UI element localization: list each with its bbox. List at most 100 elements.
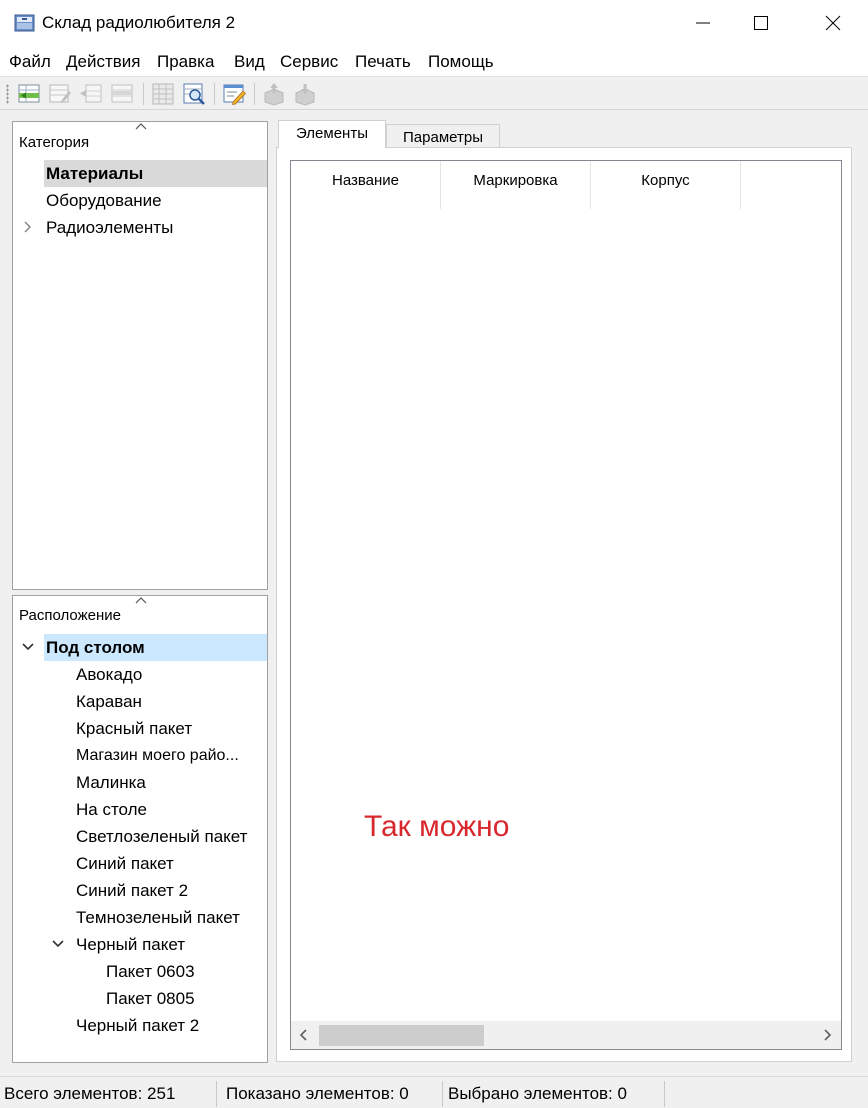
tree-item-bag-0603[interactable]: Пакет 0603 <box>106 958 195 985</box>
tree-item-black-bag-2[interactable]: Черный пакет 2 <box>76 1012 199 1039</box>
edit-row-button[interactable] <box>47 81 73 107</box>
remove-row-button[interactable] <box>109 81 135 107</box>
sort-arrow-icon[interactable] <box>134 122 148 130</box>
box-up-icon <box>264 83 284 106</box>
status-total: Всего элементов: 251 <box>4 1084 176 1103</box>
tree-item-local-shop[interactable]: Магазин моего райо... <box>76 742 239 769</box>
tree-item-red-bag[interactable]: Красный пакет <box>76 715 192 742</box>
tree-item-light-green-bag[interactable]: Светлозеленый пакет <box>76 823 247 850</box>
scroll-right-icon[interactable] <box>820 1028 834 1042</box>
status-shown: Показано элементов: 0 <box>226 1084 409 1103</box>
column-header-label: Корпус <box>641 172 690 189</box>
chevron-down-icon[interactable] <box>21 640 35 654</box>
close-icon <box>825 15 841 31</box>
edit-form-icon <box>223 84 246 105</box>
toolbar-separator <box>254 83 255 105</box>
tree-item-label: Радиоэлементы <box>46 218 174 237</box>
table-search-icon <box>183 83 205 105</box>
horizontal-scrollbar[interactable] <box>291 1021 841 1049</box>
menu-file[interactable]: Файл <box>9 52 51 72</box>
box-down-button[interactable] <box>292 81 318 107</box>
title-bar: Склад радиолюбителя 2 <box>0 0 868 47</box>
tab-elements[interactable]: Элементы <box>278 120 386 148</box>
maximize-icon <box>754 16 768 30</box>
menu-service[interactable]: Сервис <box>280 52 338 72</box>
column-header-label: Название <box>331 172 400 189</box>
tree-item-label: Черный пакет <box>76 935 186 954</box>
tree-item-label: На столе <box>76 800 148 819</box>
column-header-marking[interactable]: Маркировка <box>441 161 591 209</box>
menu-help[interactable]: Помощь <box>428 52 494 72</box>
table-grid-button[interactable] <box>150 81 176 107</box>
tree-item-label: Под столом <box>46 638 145 657</box>
status-separator <box>216 1081 217 1107</box>
tree-item-label: Караван <box>76 692 142 711</box>
add-row-button[interactable] <box>16 81 42 107</box>
tree-item-dark-green-bag[interactable]: Темнозеленый пакет <box>76 904 240 931</box>
tree-item-radio-elements[interactable]: Радиоэлементы <box>44 214 173 241</box>
column-header-label: Маркировка <box>473 172 558 189</box>
status-selected: Выбрано элементов: 0 <box>448 1084 627 1103</box>
tab-control: Элементы Параметры Название Маркировка К… <box>276 120 852 1062</box>
edit-form-button[interactable] <box>221 81 247 107</box>
toolbar-grip[interactable] <box>6 84 9 104</box>
tree-item-black-bag[interactable]: Черный пакет <box>76 931 185 958</box>
tree-item-bag-0805[interactable]: Пакет 0805 <box>106 985 195 1012</box>
tab-label: Параметры <box>403 129 483 146</box>
split-row-icon <box>80 84 102 103</box>
column-header-name[interactable]: Название <box>291 161 441 209</box>
minimize-button[interactable] <box>678 0 728 46</box>
table-grid-icon <box>152 83 174 105</box>
scrollbar-thumb[interactable] <box>319 1025 484 1046</box>
tree-item-label: Оборудование <box>46 191 162 210</box>
menu-print[interactable]: Печать <box>355 52 411 72</box>
tree-item-label: Красный пакет <box>76 719 193 738</box>
table-search-button[interactable] <box>181 81 207 107</box>
tree-item-label: Синий пакет <box>76 854 174 873</box>
status-bar: Всего элементов: 251 Показано элементов:… <box>0 1076 868 1108</box>
menu-view[interactable]: Вид <box>234 52 265 72</box>
scroll-left-icon[interactable] <box>297 1028 311 1042</box>
tree-item-label: Пакет 0603 <box>106 962 195 981</box>
sort-arrow-icon[interactable] <box>134 596 148 604</box>
tree-item-under-table[interactable]: Под столом <box>44 634 267 661</box>
tree-item-materials[interactable]: Материалы <box>44 160 267 187</box>
status-separator <box>442 1081 443 1107</box>
location-panel[interactable]: Расположение Под столом Авокадо Караван … <box>12 595 268 1063</box>
elements-grid[interactable]: Название Маркировка Корпус <box>290 160 842 1050</box>
column-header-package[interactable]: Корпус <box>591 161 741 209</box>
status-separator <box>664 1081 665 1107</box>
close-button[interactable] <box>808 0 858 46</box>
storage-box-icon <box>14 13 35 33</box>
split-row-button[interactable] <box>78 81 104 107</box>
maximize-button[interactable] <box>736 0 786 46</box>
toolbar <box>0 76 868 110</box>
tab-page-elements: Название Маркировка Корпус <box>276 147 852 1062</box>
chevron-right-icon[interactable] <box>21 220 35 234</box>
tree-item-label: Малинка <box>76 773 146 792</box>
box-down-icon <box>295 84 315 106</box>
category-panel[interactable]: Категория Материалы Оборудование Радиоэл… <box>12 121 268 590</box>
box-up-button[interactable] <box>261 81 287 107</box>
tree-item-on-table[interactable]: На столе <box>76 796 147 823</box>
tree-item-label: Синий пакет 2 <box>76 881 189 900</box>
tree-item-caravan[interactable]: Караван <box>76 688 142 715</box>
tree-item-blue-bag[interactable]: Синий пакет <box>76 850 174 877</box>
remove-row-icon <box>111 84 133 103</box>
tree-item-avocado[interactable]: Авокадо <box>76 661 142 688</box>
menu-edit[interactable]: Правка <box>157 52 214 72</box>
tree-item-equipment[interactable]: Оборудование <box>44 187 162 214</box>
chevron-down-icon[interactable] <box>51 937 65 951</box>
tree-item-label: Пакет 0805 <box>106 989 195 1008</box>
category-header[interactable]: Категория <box>19 134 89 151</box>
menu-bar: Файл Действия Правка Вид Сервис Печать П… <box>0 47 868 76</box>
add-row-icon <box>18 84 40 103</box>
annotation-text: Так можно <box>364 810 510 843</box>
tree-item-blue-bag-2[interactable]: Синий пакет 2 <box>76 877 188 904</box>
edit-row-icon <box>49 84 71 103</box>
tree-item-label: Темнозеленый пакет <box>76 908 240 927</box>
location-header[interactable]: Расположение <box>19 607 121 624</box>
toolbar-separator <box>143 83 144 105</box>
tree-item-raspberry[interactable]: Малинка <box>76 769 146 796</box>
menu-actions[interactable]: Действия <box>66 52 140 72</box>
